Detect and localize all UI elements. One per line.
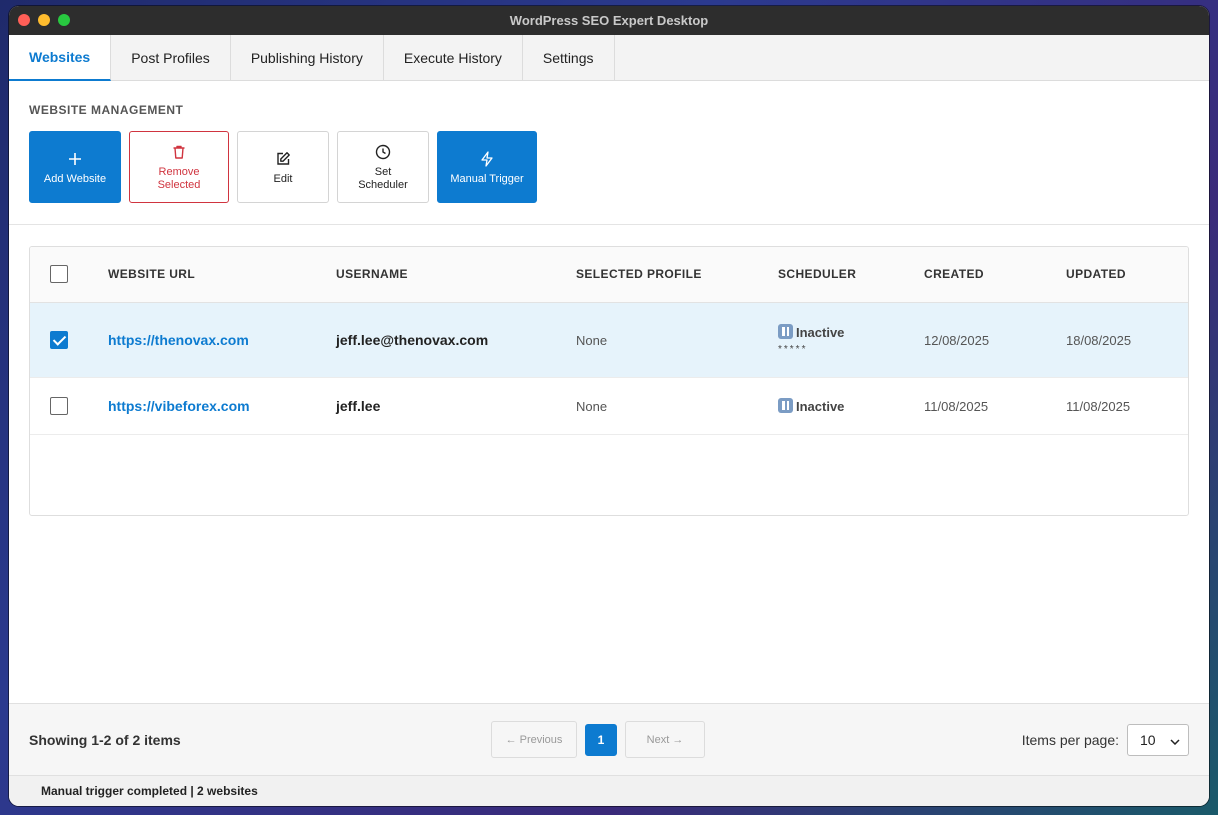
edit-label: Edit: [273, 172, 293, 185]
add-website-button[interactable]: Add Website: [29, 131, 121, 203]
set-scheduler-label: Set Scheduler: [358, 166, 408, 191]
clock-icon: [375, 142, 391, 162]
header-selected-profile[interactable]: SELECTED PROFILE: [576, 247, 778, 303]
pagination: ← Previous 1 Next →: [491, 721, 705, 758]
selected-profile-cell: None: [576, 398, 608, 414]
previous-page-button[interactable]: ← Previous: [491, 721, 577, 758]
row-checkbox[interactable]: [50, 396, 68, 415]
window-controls: [18, 14, 70, 26]
table-row[interactable]: https://thenovax.com jeff.lee@thenovax.c…: [30, 302, 1188, 378]
websites-table-container: WEBSITE URL USERNAME SELECTED PROFILE SC…: [29, 246, 1189, 516]
table-header-row: WEBSITE URL USERNAME SELECTED PROFILE SC…: [30, 247, 1188, 303]
set-scheduler-button[interactable]: Set Scheduler: [337, 131, 429, 203]
items-per-page-select[interactable]: 10: [1127, 723, 1189, 756]
tab-websites[interactable]: Websites: [9, 35, 112, 81]
created-date: 12/08/2025: [924, 332, 990, 348]
edit-icon: [275, 149, 291, 169]
pause-icon: [778, 324, 793, 339]
items-per-page: Items per page: 10: [1021, 723, 1189, 756]
tab-publishing-history[interactable]: Publishing History: [231, 35, 384, 81]
trash-icon: [171, 142, 187, 162]
tab-post-profiles[interactable]: Post Profiles: [111, 35, 231, 81]
scheduler-status-label: Inactive: [796, 398, 845, 414]
header-username[interactable]: USERNAME: [336, 247, 576, 303]
title-bar: WordPress SEO Expert Desktop: [9, 6, 1209, 35]
row-checkbox[interactable]: [50, 330, 68, 349]
remove-selected-label: Remove Selected: [157, 166, 201, 191]
items-per-page-label: Items per page:: [1021, 731, 1119, 748]
items-per-page-value: 10: [1140, 731, 1156, 748]
status-bar: Manual trigger completed | 2 websites: [9, 775, 1209, 806]
select-all-checkbox[interactable]: [50, 265, 68, 284]
scheduler-status: Inactive: [778, 397, 845, 414]
scheduler-status: Inactive: [778, 324, 845, 340]
header-created[interactable]: CREATED: [924, 247, 1066, 303]
edit-button[interactable]: Edit: [237, 131, 329, 203]
maximize-window-button[interactable]: [58, 14, 70, 26]
lightning-icon: [480, 149, 494, 169]
app-window: WordPress SEO Expert Desktop Websites Po…: [9, 6, 1209, 806]
updated-date: 18/08/2025: [1066, 332, 1132, 348]
tab-execute-history[interactable]: Execute History: [384, 35, 523, 81]
plus-icon: [68, 149, 82, 169]
chevron-down-icon: [1170, 732, 1180, 748]
section-label: WEBSITE MANAGEMENT: [29, 103, 184, 117]
table-row[interactable]: https://vibeforex.com jeff.lee None Inac…: [30, 377, 1188, 435]
scheduler-detail: *****: [778, 344, 808, 355]
close-window-button[interactable]: [18, 14, 30, 26]
header-scheduler[interactable]: SCHEDULER: [778, 247, 924, 303]
website-url-link[interactable]: https://thenovax.com: [108, 332, 249, 348]
add-website-label: Add Website: [43, 172, 107, 185]
website-url-link[interactable]: https://vibeforex.com: [108, 398, 250, 414]
website-management-section: WEBSITE MANAGEMENT Add Website Remove Se…: [9, 81, 1209, 225]
selected-profile-cell: None: [576, 332, 608, 348]
header-updated[interactable]: UPDATED: [1066, 247, 1188, 303]
remove-selected-button[interactable]: Remove Selected: [129, 131, 229, 203]
action-buttons: Add Website Remove Selected Edit Set Sch…: [29, 131, 1189, 203]
tab-settings[interactable]: Settings: [523, 35, 615, 81]
updated-date: 11/08/2025: [1066, 398, 1131, 414]
showing-count: Showing 1-2 of 2 items: [29, 731, 181, 748]
manual-trigger-label: Manual Trigger: [450, 172, 524, 185]
created-date: 11/08/2025: [924, 398, 989, 414]
tab-bar: Websites Post Profiles Publishing Histor…: [9, 35, 1209, 81]
websites-table: WEBSITE URL USERNAME SELECTED PROFILE SC…: [30, 247, 1188, 435]
username-cell: jeff.lee: [336, 397, 381, 414]
scheduler-status-label: Inactive: [796, 325, 845, 340]
next-page-button[interactable]: Next →: [625, 721, 705, 758]
pause-icon: [778, 397, 793, 413]
header-website-url[interactable]: WEBSITE URL: [108, 247, 336, 303]
minimize-window-button[interactable]: [38, 14, 50, 26]
page-1-button[interactable]: 1: [585, 723, 617, 756]
window-title: WordPress SEO Expert Desktop: [509, 13, 709, 28]
pagination-footer: Showing 1-2 of 2 items ← Previous 1 Next…: [9, 703, 1209, 775]
username-cell: jeff.lee@thenovax.com: [336, 331, 489, 348]
manual-trigger-button[interactable]: Manual Trigger: [437, 131, 537, 203]
